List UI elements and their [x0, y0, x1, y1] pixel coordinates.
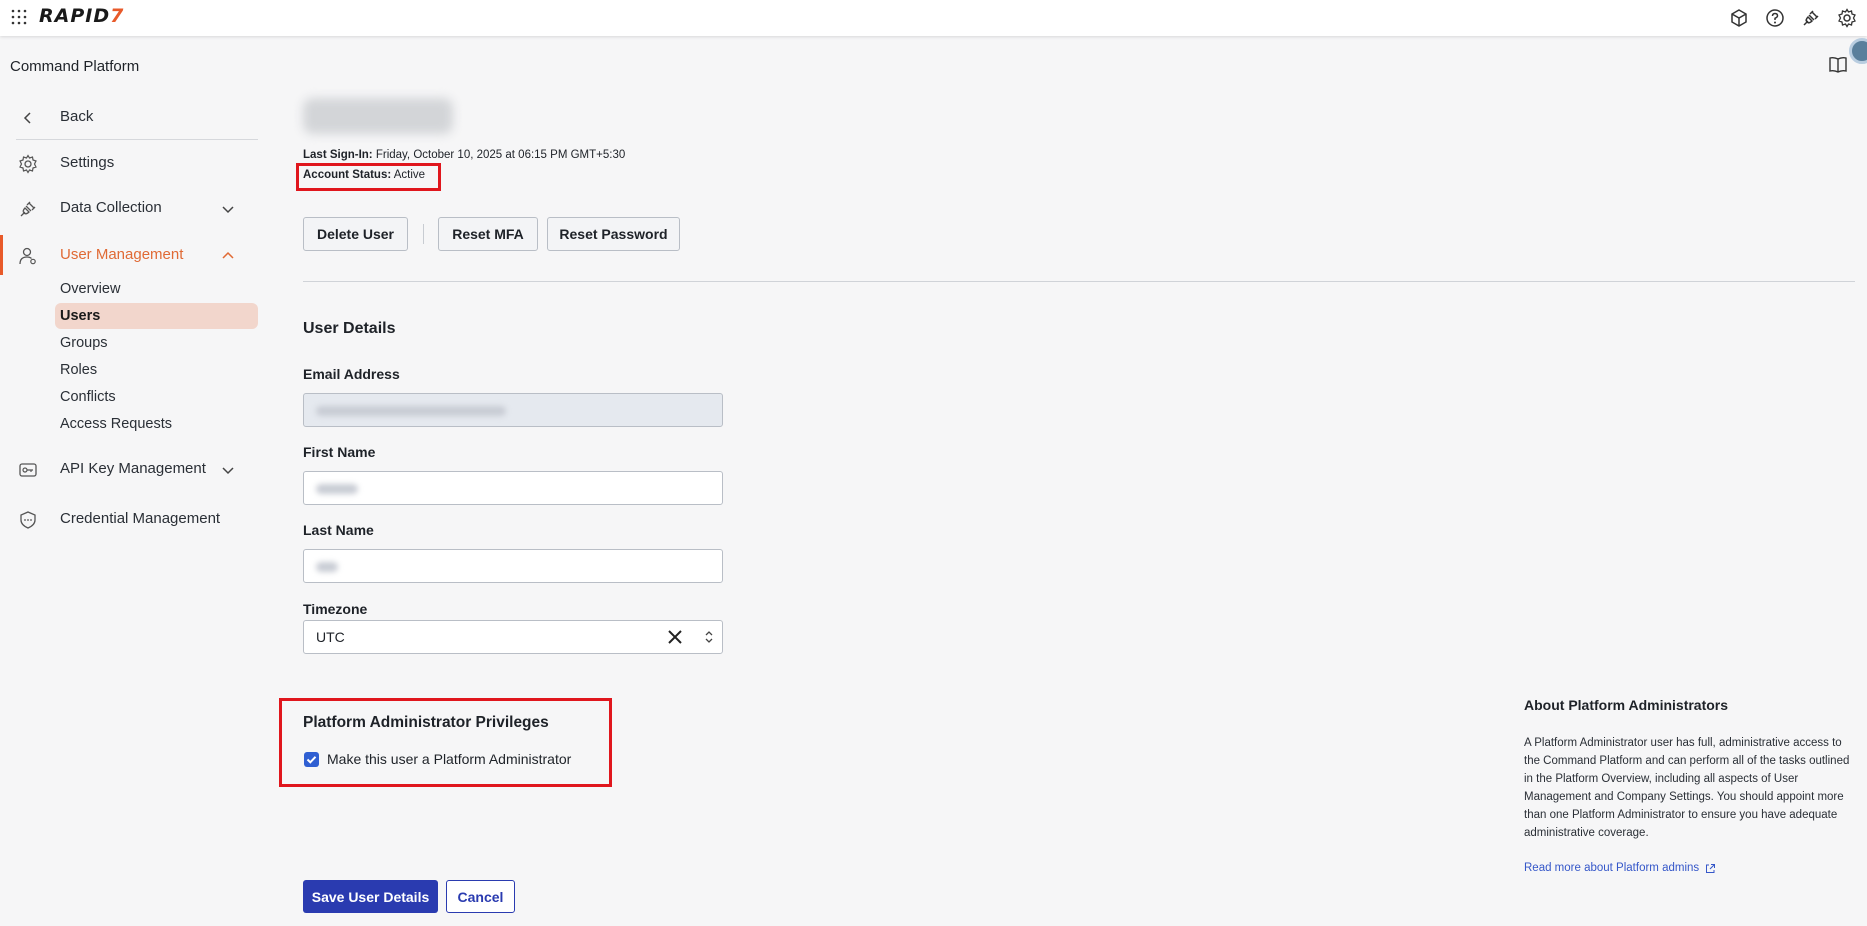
external-link-icon	[1706, 863, 1716, 873]
last-signin-label: Last Sign-In:	[303, 149, 373, 161]
sidebar-item-data-collection[interactable]: Data Collection	[0, 188, 258, 228]
sidebar-back[interactable]: Back	[0, 97, 258, 137]
last-signin: Last Sign-In: Friday, October 10, 2025 a…	[303, 149, 625, 161]
privileges-title: Platform Administrator Privileges	[303, 714, 549, 731]
highlight-box-privileges	[279, 698, 612, 787]
help-icon[interactable]	[1763, 6, 1787, 30]
first-name-label: First Name	[303, 444, 376, 460]
chevron-down-icon	[222, 206, 234, 214]
button-separator	[423, 224, 424, 244]
cube-icon[interactable]	[1727, 6, 1751, 30]
sidebar-back-label: Back	[60, 108, 94, 125]
logo-accent: 7	[110, 5, 125, 27]
close-icon[interactable]	[665, 627, 685, 647]
chevron-up-icon	[222, 251, 234, 259]
last-name-label: Last Name	[303, 522, 374, 538]
rapid7-logo[interactable]: RAPID7	[39, 5, 124, 27]
top-icons	[1727, 6, 1859, 30]
section-divider	[303, 281, 1855, 282]
email-label: Email Address	[303, 366, 400, 382]
chevron-left-icon	[23, 112, 31, 124]
sidebar-title: Command Platform	[10, 58, 140, 75]
last-signin-value: Friday, October 10, 2025 at 06:15 PM GMT…	[372, 149, 626, 161]
last-name-field[interactable]	[303, 549, 723, 583]
cancel-button[interactable]: Cancel	[446, 880, 515, 913]
email-field	[303, 393, 723, 427]
apps-grid-icon[interactable]	[11, 9, 27, 25]
reset-mfa-button[interactable]: Reset MFA	[438, 217, 538, 251]
timezone-value: UTC	[316, 629, 345, 645]
save-user-details-button[interactable]: Save User Details	[303, 880, 438, 913]
about-body: A Platform Administrator user has full, …	[1524, 737, 1850, 839]
avatar-badge[interactable]	[1849, 38, 1867, 64]
sidebar-divider	[16, 139, 258, 140]
reset-password-button[interactable]: Reset Password	[547, 217, 680, 251]
sidebar-subitem-users[interactable]: Users	[60, 308, 100, 324]
about-title: About Platform Administrators	[1524, 697, 1729, 713]
sidebar-item-credential-management[interactable]: Credential Management	[0, 499, 258, 539]
platform-admin-checkbox-label[interactable]: Make this user a Platform Administrator	[327, 751, 571, 767]
platform-admin-checkbox[interactable]	[304, 752, 319, 767]
shield-icon	[20, 511, 36, 529]
gear-icon	[19, 154, 37, 174]
plug-icon[interactable]	[1799, 6, 1823, 30]
sidebar-subitem-roles[interactable]: Roles	[60, 362, 97, 378]
user-name-redacted	[303, 98, 453, 134]
platform-admins-link[interactable]: Read more about Platform admins	[1524, 862, 1716, 874]
sidebar-item-settings[interactable]: Settings	[0, 143, 258, 183]
email-redacted	[316, 406, 506, 416]
book-icon[interactable]	[1828, 56, 1848, 74]
sidebar-item-api-key-management[interactable]: API Key Management	[0, 449, 258, 489]
sidebar-subitem-conflicts[interactable]: Conflicts	[60, 389, 116, 405]
sidebar-subitem-groups[interactable]: Groups	[60, 335, 108, 351]
timezone-label: Timezone	[303, 601, 368, 617]
timezone-select[interactable]: UTC	[303, 620, 723, 654]
chevron-down-icon	[222, 467, 234, 475]
sidebar-subitem-overview[interactable]: Overview	[60, 281, 120, 297]
checkmark-icon	[306, 756, 317, 764]
logo-text: RAPID	[39, 5, 111, 27]
sidebar-item-label: Data Collection	[60, 199, 162, 216]
sidebar-item-label: Settings	[60, 154, 115, 171]
first-name-field[interactable]	[303, 471, 723, 505]
about-link-text: Read more about Platform admins	[1524, 862, 1700, 874]
sort-arrows-icon[interactable]	[703, 629, 715, 645]
user-gear-icon	[19, 247, 36, 265]
gear-icon[interactable]	[1835, 6, 1859, 30]
sidebar-subitem-access-requests[interactable]: Access Requests	[60, 416, 172, 432]
first-name-redacted	[316, 484, 358, 494]
delete-user-button[interactable]: Delete User	[303, 217, 408, 251]
user-details-title: User Details	[303, 320, 396, 337]
sidebar-item-label: API Key Management	[60, 460, 206, 477]
plug-icon	[20, 201, 36, 217]
sidebar-item-label: Credential Management	[60, 510, 221, 527]
last-name-redacted	[316, 562, 338, 572]
top-bar: RAPID7	[0, 0, 1867, 36]
sidebar: Command Platform Back Settings Data Coll…	[0, 36, 258, 926]
sidebar-item-label: User Management	[60, 246, 184, 263]
highlight-box-status	[296, 163, 441, 191]
sidebar-item-user-management[interactable]: User Management	[0, 235, 258, 275]
key-icon	[19, 463, 37, 477]
